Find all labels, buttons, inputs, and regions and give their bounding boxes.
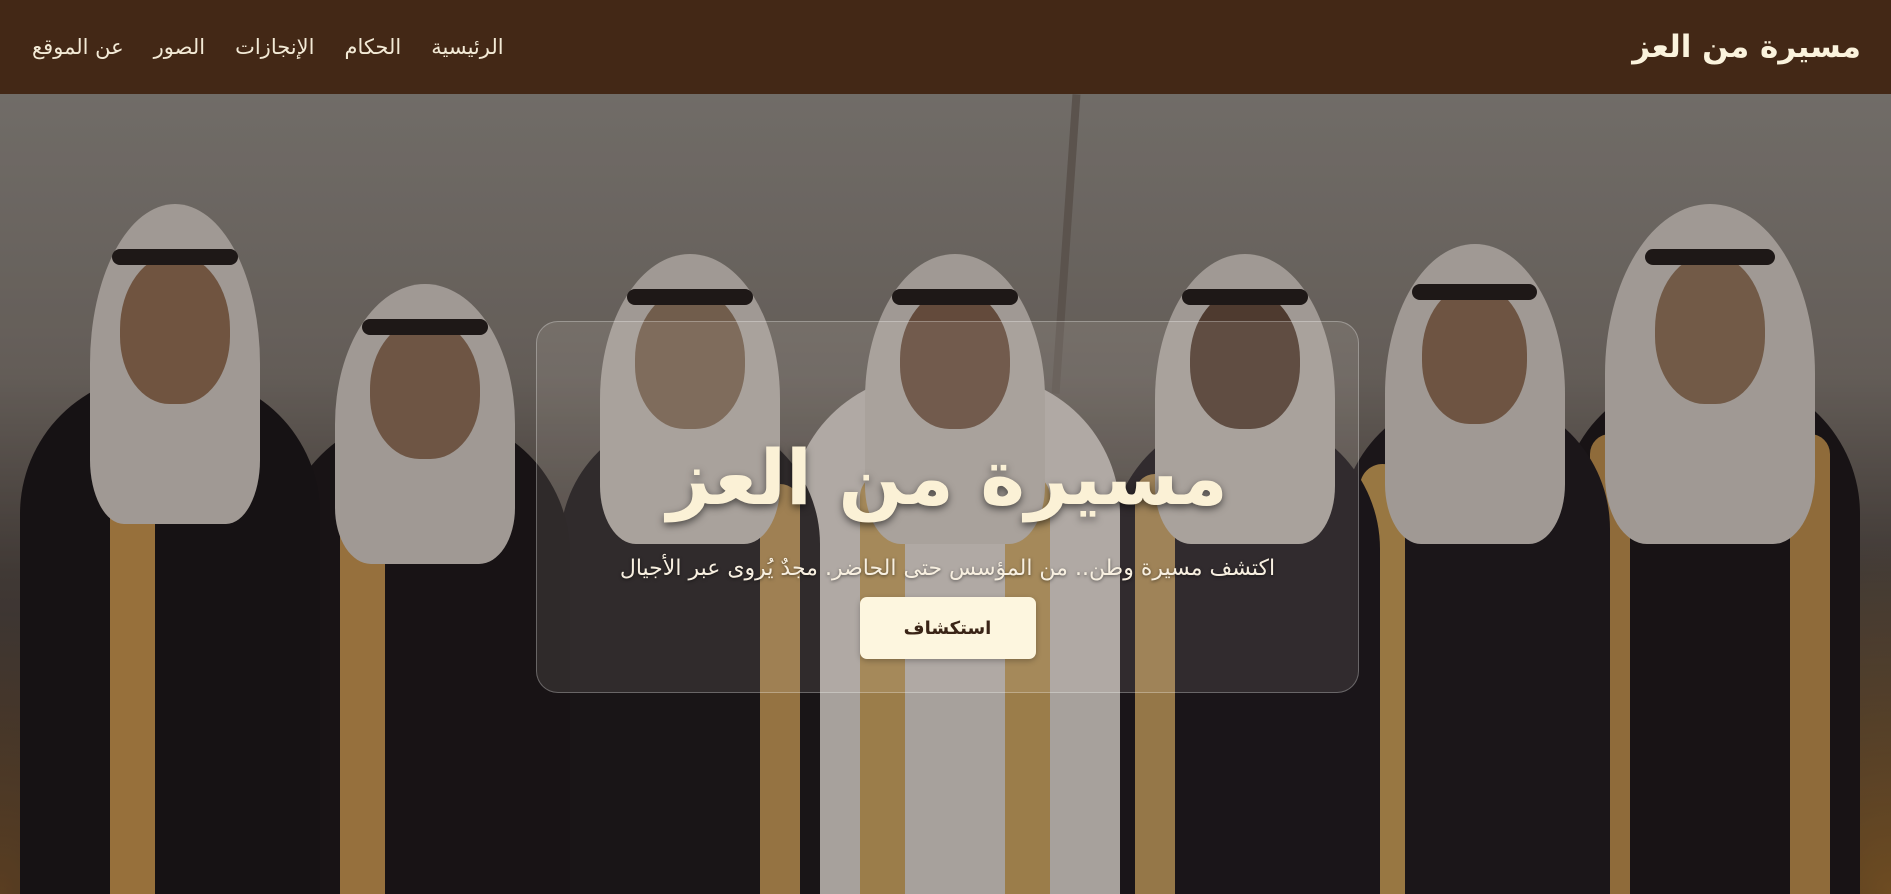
nav-link-home[interactable]: الرئيسية (431, 35, 503, 59)
nav-link-photos[interactable]: الصور (154, 35, 205, 59)
main-nav: الرئيسية الحكام الإنجازات الصور عن الموق… (32, 35, 504, 59)
nav-link-rulers[interactable]: الحكام (344, 35, 401, 59)
nav-link-about[interactable]: عن الموقع (32, 35, 124, 59)
hero-title: مسيرة من العز (667, 433, 1228, 522)
nav-link-achievements[interactable]: الإنجازات (235, 35, 314, 59)
top-navbar: مسيرة من العز الرئيسية الحكام الإنجازات … (0, 0, 1891, 94)
site-brand[interactable]: مسيرة من العز (1632, 29, 1861, 65)
hero-subtitle: اكتشف مسيرة وطن.. من المؤسس حتى الحاضر. … (619, 556, 1276, 581)
hero-card: مسيرة من العز اكتشف مسيرة وطن.. من المؤس… (536, 321, 1359, 693)
explore-button[interactable]: استكشاف (859, 597, 1036, 659)
hero-section: مسيرة من العز اكتشف مسيرة وطن.. من المؤس… (0, 94, 1891, 894)
